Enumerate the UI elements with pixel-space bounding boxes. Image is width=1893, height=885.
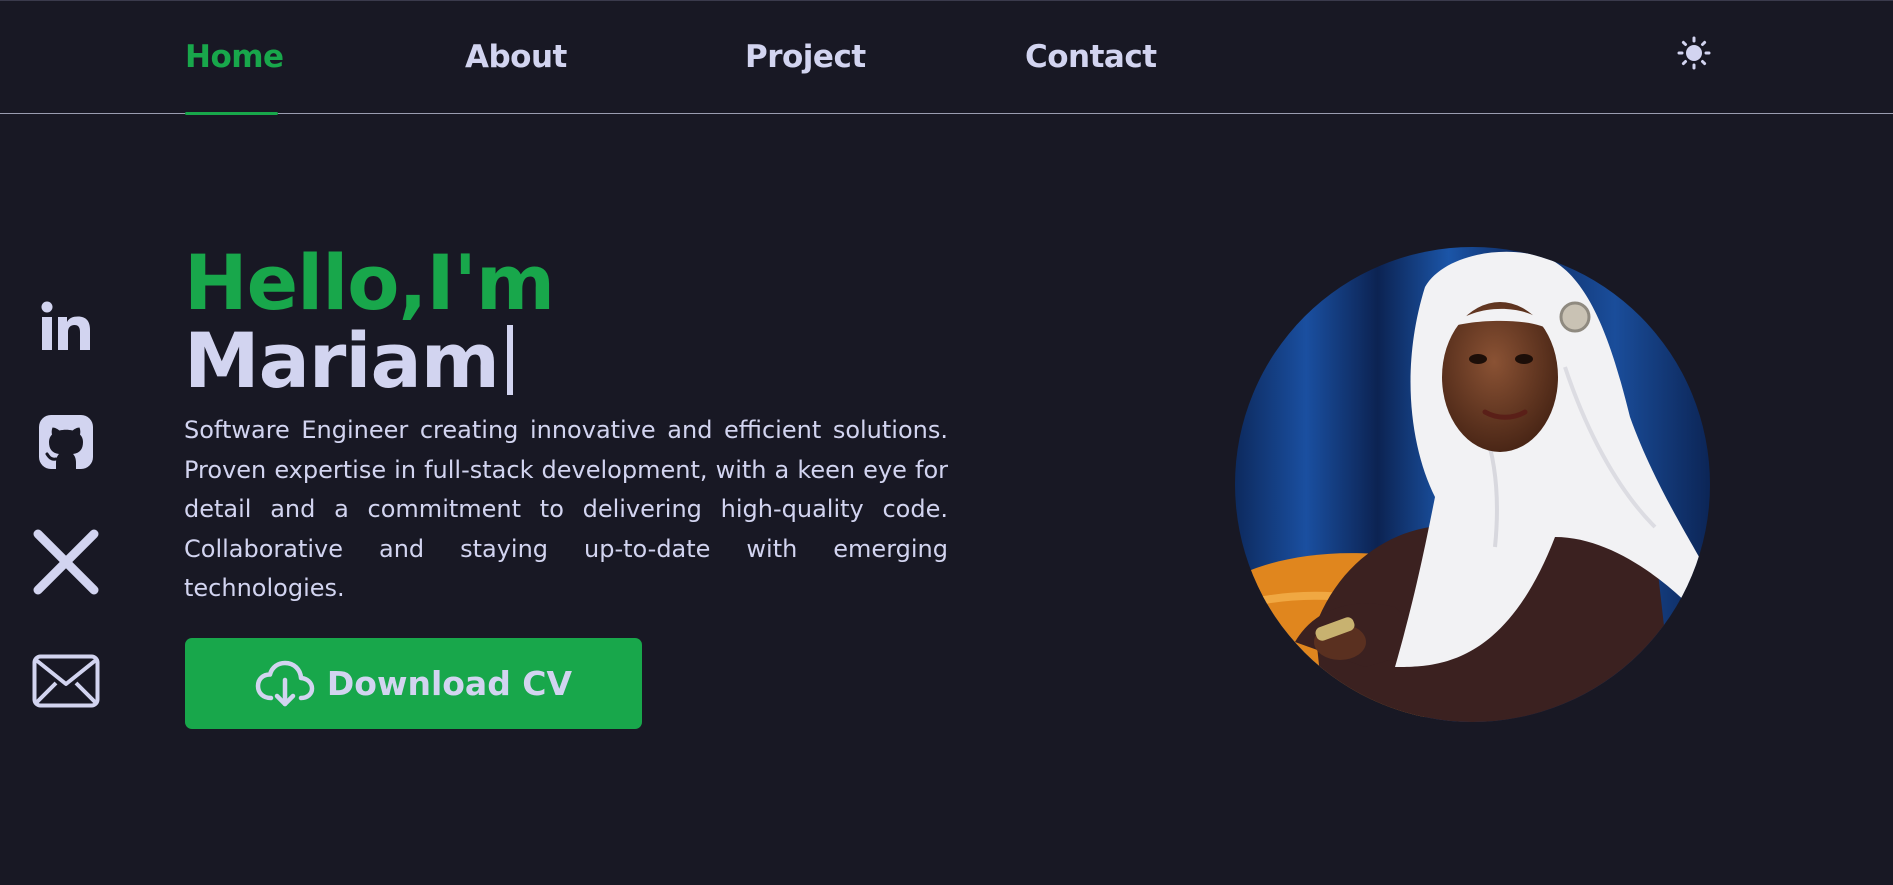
download-cv-button[interactable]: Download CV: [185, 638, 642, 729]
hero-description: Software Engineer creating innovative an…: [184, 416, 948, 602]
nav-project[interactable]: Project: [745, 39, 866, 79]
download-cv-label: Download CV: [326, 664, 573, 703]
nav-contact[interactable]: Contact: [1025, 39, 1157, 79]
portfolio-page: Home About Project Contact Hello,I'm Mar…: [0, 0, 1893, 885]
active-nav-indicator: [185, 112, 278, 115]
github-link[interactable]: [30, 406, 102, 478]
profile-photo: [1235, 247, 1710, 722]
github-icon: [39, 415, 93, 469]
nav-home[interactable]: Home: [185, 39, 284, 79]
hero-name-line: Mariam: [184, 318, 513, 404]
sun-icon: [1677, 36, 1711, 70]
hero-name: Mariam: [184, 316, 500, 405]
typing-cursor: [506, 325, 513, 395]
x-twitter-icon: [33, 529, 99, 595]
linkedin-icon: [41, 301, 90, 350]
linkedin-link[interactable]: [30, 290, 102, 362]
navbar: Home About Project Contact: [0, 0, 1893, 115]
theme-toggle-button[interactable]: [1677, 36, 1711, 70]
email-icon: [32, 654, 100, 708]
email-link[interactable]: [30, 645, 102, 717]
nav-about[interactable]: About: [465, 39, 567, 79]
hero-greeting: Hello,I'm: [184, 238, 555, 327]
x-twitter-link[interactable]: [30, 526, 102, 598]
cloud-download-icon: [255, 660, 315, 706]
